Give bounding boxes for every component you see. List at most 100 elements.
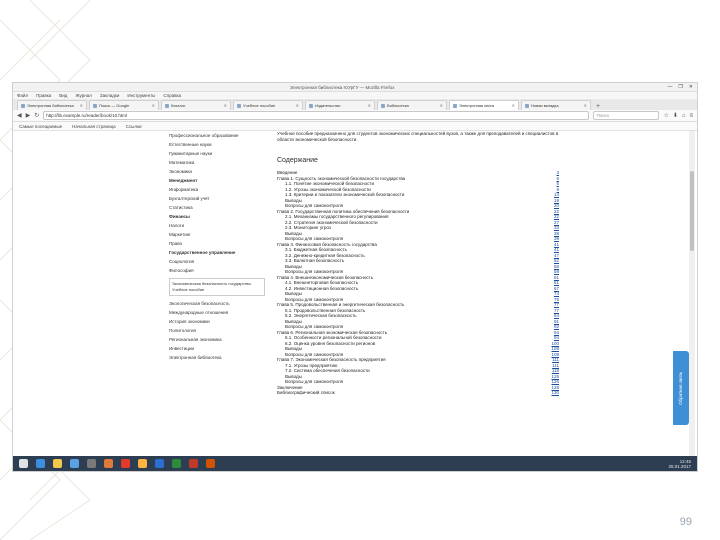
home-icon[interactable]: ⌂ [682,113,686,119]
sidebar-item[interactable]: Экономика [169,167,265,176]
address-bar[interactable]: http://lib.example.ru/reader/book/10.htm… [43,111,590,120]
sidebar-item[interactable]: Право [169,239,265,248]
menu-bookmarks[interactable]: Закладки [100,93,119,98]
bookmark-item[interactable]: Начальная страница [72,124,116,129]
sidebar-item[interactable]: Естественные науки [169,140,265,149]
start-icon[interactable] [19,459,28,468]
sidebar-item[interactable]: Бухгалтерский учёт [169,194,265,203]
toc-row: Библиографический список 130 [277,390,559,396]
tab-label: Учебное пособие [243,103,276,108]
reload-icon[interactable]: ↻ [34,112,39,119]
menu-history[interactable]: Журнал [75,93,91,98]
menu-icon[interactable]: ≡ [689,113,693,119]
menu-help[interactable]: Справка [163,93,181,98]
taskbar-app-icon[interactable] [70,459,79,468]
menu-tools[interactable]: Инструменты [127,93,155,98]
sidebar-item[interactable]: История экономики [169,317,265,326]
table-of-contents: Введение 3 Глава 1. Сущность экономической… [277,170,559,396]
tab-close-icon[interactable]: ✕ [80,103,83,108]
menu-edit[interactable]: Правка [36,93,51,98]
bookmark-item[interactable]: Самые посещаемые [19,124,62,129]
sidebar-item[interactable]: Профессиональное образование [169,131,265,140]
sidebar-item[interactable]: Экологическая безопасность [169,299,265,308]
taskbar-app-icon[interactable] [172,459,181,468]
bookmark-item[interactable]: Ссылки [126,124,142,129]
document-intro: Учебное пособие предназначено для студен… [277,131,559,142]
toc-title: Библиографический список [277,390,335,395]
tab-close-icon[interactable]: ✕ [584,103,587,108]
browser-tab[interactable]: Поиск — Google ✕ [89,100,159,110]
browser-tab[interactable]: Электронная книга ✕ [449,100,519,110]
tab-close-icon[interactable]: ✕ [224,103,227,108]
sidebar-item[interactable]: Социология [169,257,265,266]
star-icon[interactable]: ☆ [663,112,668,119]
forward-icon[interactable]: ▶ [26,112,31,119]
sidebar-item[interactable]: Финансы [169,212,265,221]
browser-tab[interactable]: Издательство ✕ [305,100,375,110]
toc-page-link[interactable]: 130 [549,390,559,396]
taskbar-app-icon[interactable] [36,459,45,468]
browser-tab[interactable]: Библиотека ✕ [377,100,447,110]
tab-close-icon[interactable]: ✕ [368,103,371,108]
bookmarks-bar: Самые посещаемые Начальная страница Ссыл… [13,122,697,131]
tab-close-icon[interactable]: ✕ [512,103,515,108]
taskbar-app-icon[interactable] [138,459,147,468]
sidebar-item[interactable]: Информатика [169,185,265,194]
back-icon[interactable]: ◀ [17,112,22,119]
tab-label: Каталог [171,103,186,108]
sidebar-item[interactable]: Политология [169,326,265,335]
maximize-icon[interactable]: ❐ [678,84,682,90]
tab-label: Библиотека [387,103,409,108]
favicon-icon [237,103,241,108]
sidebar-item[interactable]: Государственное управление [169,248,265,257]
sidebar-item[interactable]: Региональная экономика [169,335,265,344]
feedback-button[interactable]: Обратная связь [673,351,689,425]
taskbar-app-icon[interactable] [104,459,113,468]
windows-taskbar: 12:45 25.01.2017 [13,456,697,471]
book-card[interactable]: Экономическая безопасность государства. … [169,278,265,296]
minimize-icon[interactable]: — [667,84,672,90]
taskbar-app-icon[interactable] [53,459,62,468]
system-tray: 12:45 25.01.2017 [668,459,691,469]
download-icon[interactable]: ⬇ [673,112,678,119]
browser-tab[interactable]: Каталог ✕ [161,100,231,110]
new-tab-icon[interactable]: + [593,103,603,110]
sidebar-item[interactable]: Маркетинг [169,230,265,239]
taskbar-app-icon[interactable] [87,459,96,468]
sidebar-item[interactable]: Статистика [169,203,265,212]
slide-number: 99 [679,516,692,528]
browser-tab[interactable]: Электронная библиотека ✕ [17,100,87,110]
sidebar-item[interactable]: Математика [169,158,265,167]
sidebar-item[interactable]: Менеджмент [169,176,265,185]
tab-strip: Электронная библиотека ✕ Поиск — Google ✕ Ка… [13,99,697,110]
favicon-icon [21,103,25,108]
search-input[interactable]: Поиск [593,111,660,120]
sidebar-item[interactable]: Гуманитарные науки [169,149,265,158]
taskbar-app-icon[interactable] [189,459,198,468]
close-icon[interactable]: ✕ [689,84,693,90]
window-title: Электронная библиотека ЮУрГУ — Mozilla F… [289,84,395,90]
favicon-icon [165,103,169,108]
taskbar-app-icon[interactable] [155,459,164,468]
sidebar-item[interactable]: Философия [169,266,265,275]
favicon-icon [453,103,457,108]
favicon-icon [381,103,385,108]
menu-bar: Файл Правка Вид Журнал Закладки Инструме… [13,92,697,99]
menu-file[interactable]: Файл [17,93,28,98]
browser-tab[interactable]: Новая вкладка ✕ [521,100,591,110]
taskbar-app-icon[interactable] [206,459,215,468]
sidebar-item[interactable]: Налоги [169,221,265,230]
tab-close-icon[interactable]: ✕ [296,103,299,108]
scrollbar-thumb[interactable] [690,171,694,251]
scrollbar[interactable] [689,131,695,456]
tab-label: Электронная библиотека [27,103,74,108]
favicon-icon [93,103,97,108]
tab-close-icon[interactable]: ✕ [152,103,155,108]
taskbar-app-icon[interactable] [121,459,130,468]
browser-tab[interactable]: Учебное пособие ✕ [233,100,303,110]
sidebar-item[interactable]: Инвестиции [169,344,265,353]
tab-close-icon[interactable]: ✕ [440,103,443,108]
tab-label: Издательство [315,103,341,108]
menu-view[interactable]: Вид [59,93,67,98]
sidebar-item[interactable]: Международные отношения [169,308,265,317]
